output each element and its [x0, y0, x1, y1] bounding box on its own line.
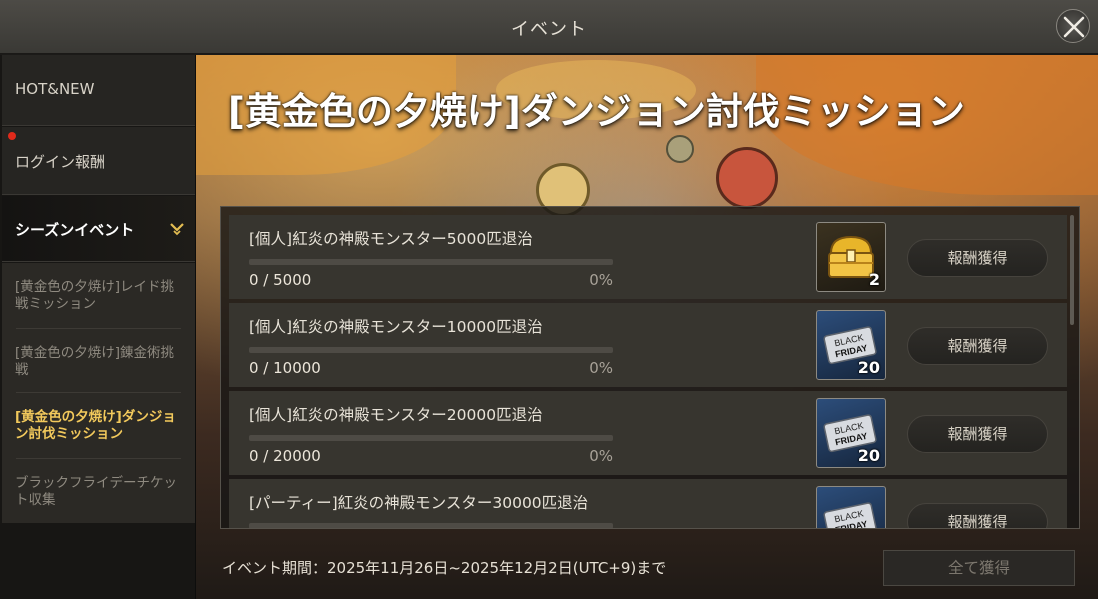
mission-name: [パーティー]紅炎の神殿モンスター30000匹退治 [249, 494, 589, 512]
mission-row: [個人]紅炎の神殿モンスター20000匹退治 0 / 20000 0% BLAC… [229, 391, 1067, 475]
progress-count: 0 / 20000 [249, 447, 321, 465]
reward-quantity: 20 [857, 446, 880, 465]
sidebar-subitem-alchemy[interactable]: [黄金色の夕焼け]錬金術挑戦 [2, 329, 195, 393]
claim-all-button[interactable]: 全て獲得 [883, 550, 1075, 586]
sidebar: HOT&NEW ログイン報酬 シーズンイベント [黄金色の夕焼け]レイド挑戦ミッ… [0, 55, 196, 599]
sidebar-subitem-dungeon-mission[interactable]: [黄金色の夕焼け]ダンジョン討伐ミッション [2, 393, 195, 459]
progress-bar [249, 347, 613, 353]
progress-percent: 0% [589, 271, 613, 289]
progress-percent: 0% [589, 359, 613, 377]
sidebar-tab-label: HOT&NEW [15, 80, 95, 98]
close-icon [1063, 16, 1085, 38]
mission-name: [個人]紅炎の神殿モンスター10000匹退治 [249, 318, 543, 336]
sidebar-tab-login-reward[interactable]: ログイン報酬 [2, 127, 195, 195]
sidebar-subitem-label: [黄金色の夕焼け]錬金術挑戦 [15, 345, 175, 378]
claim-reward-button[interactable]: 報酬獲得 [907, 415, 1048, 453]
reward-slot[interactable]: BLACK FRIDAY 20 [816, 310, 886, 380]
sidebar-subitem-label: [黄金色の夕焼け]ダンジョン討伐ミッション [15, 409, 176, 442]
reward-slot[interactable]: BLACK FRIDAY 20 [816, 398, 886, 468]
sidebar-tab-hot-new[interactable]: HOT&NEW [2, 55, 195, 126]
claim-reward-button[interactable]: 報酬獲得 [907, 239, 1048, 277]
claim-reward-button[interactable]: 報酬獲得 [907, 503, 1048, 528]
sidebar-tab-label: シーズンイベント [15, 221, 135, 239]
reward-quantity: 20 [857, 358, 880, 377]
reward-quantity: 2 [868, 270, 880, 289]
notification-dot [8, 132, 16, 140]
reward-slot[interactable]: 2 [816, 222, 886, 292]
progress-count: 0 / 5000 [249, 271, 312, 289]
mission-list[interactable]: [個人]紅炎の神殿モンスター5000匹退治 0 / 5000 0% 2 報酬獲得… [220, 206, 1080, 529]
progress-count: 0 / 10000 [249, 359, 321, 377]
progress-bar [249, 435, 613, 441]
window-title: イベント [511, 19, 587, 40]
scrollbar[interactable] [1070, 215, 1074, 325]
title-bar: イベント [0, 0, 1098, 54]
claim-reward-button[interactable]: 報酬獲得 [907, 327, 1048, 365]
mission-row: [個人]紅炎の神殿モンスター5000匹退治 0 / 5000 0% 2 報酬獲得 [229, 215, 1067, 299]
main-content: [黄金色の夕焼け]ダンジョン討伐ミッション [個人]紅炎の神殿モンスター5000… [196, 55, 1098, 599]
progress-percent: 0% [589, 447, 613, 465]
sidebar-subitem-black-friday[interactable]: ブラックフライデーチケット収集 [2, 459, 195, 523]
banner-character [716, 147, 778, 209]
sidebar-subitem-raid-mission[interactable]: [黄金色の夕焼け]レイド挑戦ミッション [2, 263, 195, 329]
mission-row: [パーティー]紅炎の神殿モンスター30000匹退治 BLACK FRIDAY 報… [229, 479, 1067, 528]
close-button[interactable] [1056, 9, 1090, 43]
progress-bar [249, 259, 613, 265]
chevron-down-icon [170, 223, 184, 236]
mission-row: [個人]紅炎の神殿モンスター10000匹退治 0 / 10000 0% BLAC… [229, 303, 1067, 387]
event-period: イベント期間：2025年11月26日~2025年12月2日(UTC+9)まで [222, 559, 667, 577]
sidebar-tab-season-event[interactable]: シーズンイベント [2, 196, 195, 262]
black-friday-ticket-icon: BLACK FRIDAY [823, 502, 877, 528]
progress-bar [249, 523, 613, 528]
sidebar-subitem-label: ブラックフライデーチケット収集 [15, 475, 177, 508]
banner-character [666, 135, 694, 163]
sidebar-tab-label: ログイン報酬 [15, 153, 106, 171]
page-title: [黄金色の夕焼け]ダンジョン討伐ミッション [228, 90, 965, 133]
reward-slot[interactable]: BLACK FRIDAY [816, 486, 886, 528]
mission-name: [個人]紅炎の神殿モンスター20000匹退治 [249, 406, 543, 424]
mission-name: [個人]紅炎の神殿モンスター5000匹退治 [249, 230, 533, 248]
sidebar-subitem-label: [黄金色の夕焼け]レイド挑戦ミッション [15, 279, 175, 312]
